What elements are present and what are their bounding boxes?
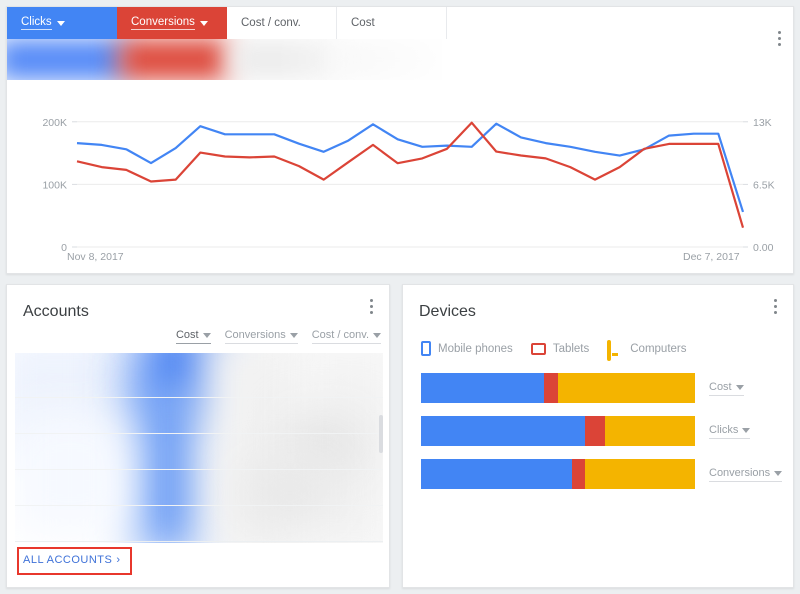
bar-segment-tablet: [571, 459, 586, 489]
chart-gridlines: [77, 121, 743, 248]
tab-conversions-label: Conversions: [131, 16, 195, 30]
bar-segment-mobile: [421, 373, 545, 403]
chevron-down-icon: [735, 385, 744, 390]
computer-icon: [607, 339, 623, 361]
kebab-menu-icon[interactable]: [770, 31, 788, 55]
tab-conversions[interactable]: Conversions: [117, 7, 227, 39]
device-bar-metric-clicks[interactable]: Clicks: [709, 424, 751, 439]
tab-cost-per-conv[interactable]: Cost / conv.: [227, 7, 337, 39]
chevron-down-icon: [774, 471, 783, 476]
device-bar-metric-cost[interactable]: Cost: [709, 381, 744, 396]
chevron-down-icon: [742, 428, 751, 433]
device-bar-metric-clicks-label: Clicks: [709, 424, 739, 436]
chevron-down-icon: [289, 333, 298, 338]
tab-cost[interactable]: Cost: [337, 7, 447, 39]
tablet-icon: [530, 342, 546, 355]
device-bar-metric-conversions[interactable]: Conversions: [709, 467, 783, 482]
kebab-menu-icon[interactable]: [766, 299, 784, 323]
x-axis-start-label: Nov 8, 2017: [67, 251, 124, 263]
legend-label-mobile-phones: Mobile phones: [438, 342, 513, 355]
accounts-metric-cost-per-conv[interactable]: Cost / conv.: [311, 329, 381, 344]
legend-item-tablets: Tablets: [530, 342, 590, 355]
bar-segment-computer: [604, 416, 695, 446]
all-accounts-link[interactable]: ALL ACCOUNTS ›: [23, 554, 121, 566]
devices-legend: Mobile phones Tablets Computers: [421, 339, 699, 361]
legend-label-tablets: Tablets: [552, 342, 590, 355]
chevron-down-icon: [202, 333, 211, 338]
y-axis-right-tick: 0.00: [753, 242, 774, 254]
accounts-metric-cost-label: Cost: [175, 329, 199, 341]
tab-clicks[interactable]: Clicks: [7, 7, 117, 39]
series-line-conversions: [76, 121, 745, 229]
accounts-metric-selectors: Cost Conversions Cost / conv.: [175, 329, 381, 344]
accounts-title: Accounts: [23, 303, 89, 320]
performance-chart: 0 100K 200K 0.00 6.5K 13K Nov 8, 2017 Dec 7,…: [7, 85, 795, 270]
accounts-metric-conversions-label: Conversions: [224, 329, 286, 341]
device-bar-metric-cost-label: Cost: [709, 381, 732, 393]
accounts-footer: ALL ACCOUNTS ›: [15, 541, 383, 587]
devices-card: Devices Mobile phones Tablets Computers: [402, 284, 794, 588]
stacked-bar-conversions: [421, 459, 695, 489]
legend-item-computers: Computers: [607, 339, 687, 361]
accounts-table-redacted: [15, 353, 383, 543]
bar-segment-computer: [585, 459, 695, 489]
dashboard-page: Clicks Conversions Cost / conv. Cost 0 1…: [0, 0, 800, 594]
stacked-bar-clicks: [421, 416, 695, 446]
stacked-bar-cost: [421, 373, 695, 403]
performance-chart-svg: 0100K200K 0.006.5K13K Nov 8, 2017 Dec 7,…: [42, 117, 775, 263]
chevron-down-icon: [56, 20, 65, 26]
all-accounts-label: ALL ACCOUNTS: [23, 554, 113, 566]
y-axis-left-tick: 200K: [42, 117, 67, 129]
accounts-metric-conversions[interactable]: Conversions: [224, 329, 298, 344]
device-bar-row-cost: Cost: [421, 373, 781, 403]
kebab-menu-icon[interactable]: [362, 299, 380, 323]
bar-segment-tablet: [544, 373, 558, 403]
device-bar-metric-conversions-label: Conversions: [709, 467, 771, 479]
y-axis-right-tick: 13K: [753, 117, 772, 129]
chevron-right-icon: ›: [116, 554, 121, 566]
metric-tab-row: Clicks Conversions Cost / conv. Cost: [7, 7, 447, 39]
x-axis-end-label: Dec 7, 2017: [683, 251, 740, 263]
accounts-scrollbar[interactable]: [379, 415, 383, 453]
devices-bar-chart: Cost Clicks Conversions: [421, 373, 783, 502]
bar-segment-mobile: [421, 416, 586, 446]
accounts-metric-cost-per-conv-label: Cost / conv.: [311, 329, 369, 341]
bar-segment-tablet: [585, 416, 605, 446]
bar-segment-computer: [557, 373, 695, 403]
legend-item-mobile-phones: Mobile phones: [421, 341, 513, 356]
device-bar-row-conversions: Conversions: [421, 459, 783, 489]
device-bar-row-clicks: Clicks: [421, 416, 781, 446]
accounts-metric-cost[interactable]: Cost: [175, 329, 211, 344]
chevron-down-icon: [199, 20, 208, 26]
y-axis-left-tick: 100K: [42, 179, 67, 191]
devices-title: Devices: [419, 303, 476, 320]
chevron-down-icon: [373, 333, 381, 338]
mobile-phone-icon: [421, 341, 431, 356]
legend-label-computers: Computers: [630, 342, 687, 355]
performance-card: Clicks Conversions Cost / conv. Cost 0 1…: [6, 6, 794, 274]
y-axis-right-tick: 6.5K: [753, 179, 775, 191]
tab-cost-per-conv-label: Cost / conv.: [241, 17, 301, 29]
tab-clicks-label: Clicks: [21, 16, 52, 30]
bar-segment-mobile: [421, 459, 572, 489]
series-line-clicks: [76, 122, 745, 213]
redaction-fade: [7, 39, 442, 80]
accounts-card: Accounts Cost Conversions Cost / conv. A…: [6, 284, 390, 588]
tab-cost-label: Cost: [351, 17, 375, 29]
